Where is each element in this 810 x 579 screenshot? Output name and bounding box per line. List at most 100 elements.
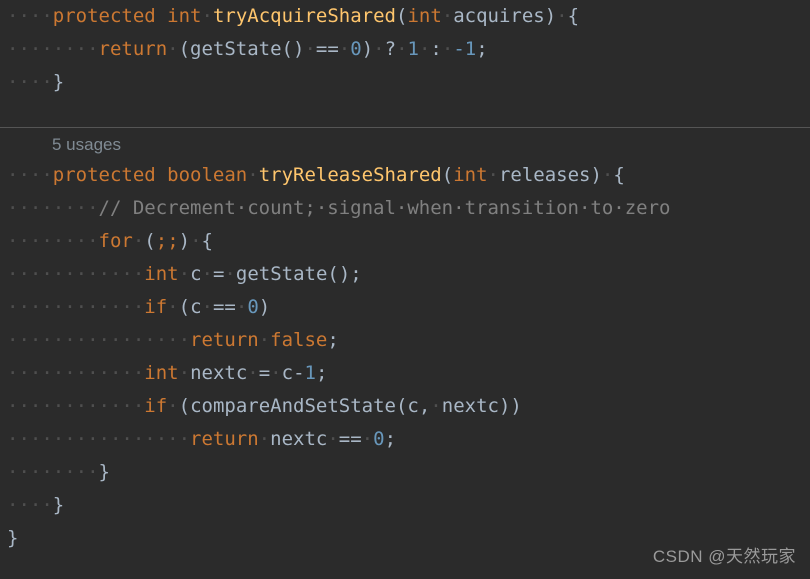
- code-token-identifier: :: [430, 38, 442, 60]
- code-token-number: 0: [350, 38, 362, 60]
- code-token-keyword: return: [98, 38, 168, 60]
- bottom-line[interactable]: ················return·false;: [0, 324, 810, 357]
- code-region-bottom[interactable]: 5 usages ····protected boolean·tryReleas…: [0, 130, 810, 579]
- code-token-keyword: int: [453, 164, 488, 186]
- bottom-line[interactable]: ············if·(compareAndSetState(c,·ne…: [0, 390, 810, 423]
- code-token-keyword: boolean: [167, 164, 248, 186]
- indent-guide-dots: ············: [7, 395, 145, 417]
- code-token-identifier: (: [395, 5, 408, 27]
- code-token-identifier: (compareAndSetState(c,: [178, 395, 431, 417]
- code-token-keyword: false: [270, 329, 328, 351]
- code-token-identifier: releases): [498, 164, 602, 186]
- code-token-identifier: ): [178, 230, 191, 252]
- code-token-keyword: protected: [52, 164, 156, 186]
- indent-guide-dots: ············: [7, 296, 145, 318]
- code-token-identifier: }: [98, 461, 110, 483]
- code-token-whitespace: ·: [201, 296, 213, 318]
- csdn-watermark: CSDN @天然玩家: [652, 547, 796, 566]
- code-token-whitespace: ·: [327, 428, 339, 450]
- indent-guide-dots: ················: [7, 329, 191, 351]
- code-token-identifier: (: [144, 230, 156, 252]
- code-token-keyword: int: [144, 263, 179, 285]
- code-token-identifier: {: [201, 230, 213, 252]
- code-token-identifier: ;: [384, 428, 397, 450]
- code-token-identifier: nextc: [270, 428, 328, 450]
- indent-guide-dots: ····: [7, 164, 53, 186]
- code-lines-top: ····protected int·tryAcquireShared(int·a…: [0, 0, 810, 99]
- code-token-keyword: if: [144, 296, 168, 318]
- code-token-whitespace: ·: [167, 296, 179, 318]
- indent-guide-dots: ····: [7, 5, 53, 27]
- code-vision-usages-hint[interactable]: 5 usages: [0, 130, 810, 159]
- code-lines-bottom: ····protected boolean·tryReleaseShared(i…: [0, 159, 810, 555]
- code-token-identifier: ): [258, 296, 271, 318]
- bottom-line[interactable]: ············int·c·=·getState();: [0, 258, 810, 291]
- indent-guide-dots: ········: [7, 38, 99, 60]
- bottom-line[interactable]: ········// Decrement·count;·signal·when·…: [0, 192, 810, 225]
- code-token-identifier: ==: [338, 428, 362, 450]
- code-token-identifier: getState();: [235, 263, 362, 285]
- code-token-identifier: c: [190, 263, 202, 285]
- code-token-method-declaration: tryAcquireShared: [212, 5, 396, 27]
- code-token-keyword: ;;: [155, 230, 179, 252]
- code-token-identifier: ?: [384, 38, 397, 60]
- code-token-identifier: acquires): [453, 5, 557, 27]
- bottom-line[interactable]: ········}: [0, 456, 810, 489]
- code-token-number: 0: [373, 428, 385, 450]
- code-token-identifier: ;: [327, 329, 339, 351]
- code-token-identifier: ): [361, 38, 374, 60]
- code-token-identifier: (: [441, 164, 454, 186]
- indent-guide-dots: ····: [7, 494, 53, 516]
- code-token-whitespace: ·: [270, 362, 282, 384]
- code-token-whitespace: ·: [132, 230, 145, 252]
- bottom-line[interactable]: ········for·(;;)·{: [0, 225, 810, 258]
- code-token-whitespace: ·: [441, 38, 454, 60]
- code-token-whitespace: ·: [201, 263, 213, 285]
- code-token-whitespace: ·: [258, 428, 271, 450]
- code-editor[interactable]: ····protected int·tryAcquireShared(int·a…: [0, 0, 810, 579]
- code-token-whitespace: ·: [373, 38, 385, 60]
- code-token-identifier: ;: [315, 362, 328, 384]
- code-region-top[interactable]: ····protected int·tryAcquireShared(int·a…: [0, 0, 810, 126]
- code-token-keyword: int: [407, 5, 442, 27]
- code-token-identifier: {: [567, 5, 580, 27]
- indent-guide-dots: ····: [7, 71, 53, 93]
- code-token-number: 1: [304, 362, 316, 384]
- bottom-line[interactable]: ············int·nextc·=·c-1;: [0, 357, 810, 390]
- bottom-line[interactable]: ············if·(c·==·0): [0, 291, 810, 324]
- code-token-identifier: ;: [476, 38, 488, 60]
- code-token-whitespace: ·: [190, 230, 202, 252]
- code-token-method-declaration: tryReleaseShared: [258, 164, 442, 186]
- code-token-keyword: for: [98, 230, 133, 252]
- bottom-line[interactable]: ················return·nextc·==·0;: [0, 423, 810, 456]
- code-token-identifier: ==: [315, 38, 339, 60]
- top-line[interactable]: ····protected int·tryAcquireShared(int·a…: [0, 0, 810, 33]
- code-token-keyword: return: [190, 428, 259, 450]
- code-token-identifier: (getState(): [178, 38, 305, 60]
- code-token-whitespace: ·: [487, 164, 499, 186]
- code-token-whitespace: ·: [258, 329, 271, 351]
- top-line[interactable]: ········return·(getState()·==·0)·?·1·:·-…: [0, 33, 810, 66]
- code-token-number: 1: [407, 38, 419, 60]
- code-token-keyword: if: [144, 395, 168, 417]
- code-token-whitespace: ·: [224, 263, 236, 285]
- top-line[interactable]: ····}: [0, 66, 810, 99]
- bottom-line[interactable]: ····protected boolean·tryReleaseShared(i…: [0, 159, 810, 192]
- code-token-identifier: {: [613, 164, 625, 186]
- bottom-line[interactable]: ····}: [0, 489, 810, 522]
- code-token-whitespace: ·: [167, 38, 179, 60]
- code-token-whitespace: ·: [556, 5, 568, 27]
- code-token-whitespace: ·: [247, 164, 259, 186]
- code-token-whitespace: ·: [178, 263, 191, 285]
- code-token-keyword: return: [190, 329, 259, 351]
- code-token-identifier: nextc)): [441, 395, 522, 417]
- code-token-whitespace: ·: [247, 362, 259, 384]
- code-token-whitespace: ·: [338, 38, 351, 60]
- code-token-identifier: =: [258, 362, 271, 384]
- code-token-identifier: c-: [281, 362, 305, 384]
- code-token-identifier: =: [212, 263, 225, 285]
- code-token-whitespace: ·: [430, 395, 442, 417]
- indent-guide-dots: ············: [7, 263, 145, 285]
